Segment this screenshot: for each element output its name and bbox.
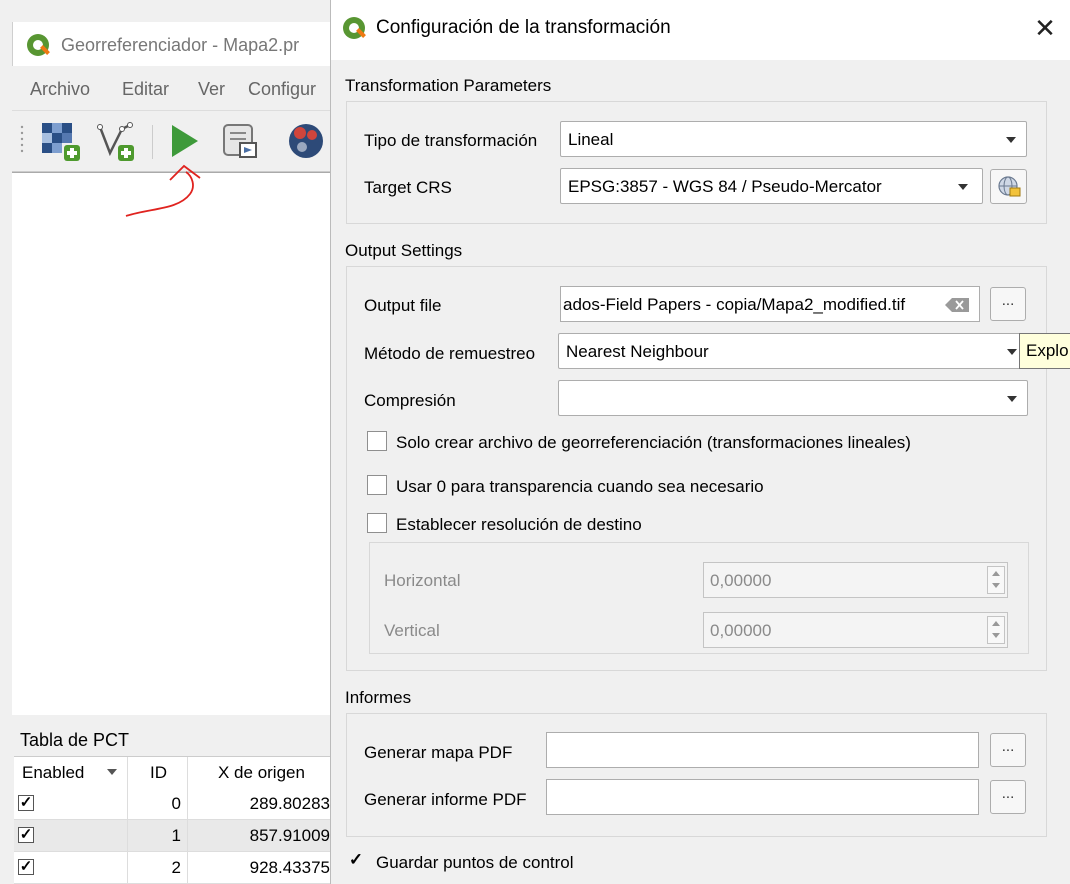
- enabled-checkbox[interactable]: ✓: [18, 795, 34, 811]
- start-georeferencing-icon[interactable]: [162, 119, 206, 163]
- id-cell: 0: [128, 788, 188, 819]
- red-arrow-annotation: [125, 164, 201, 217]
- menubar: Archivo Editar Ver Configur: [12, 70, 330, 108]
- pdf-map-label: Generar mapa PDF: [364, 743, 513, 762]
- vertical-label: Vertical: [384, 621, 440, 640]
- output-file-browse-button[interactable]: ...: [990, 287, 1026, 321]
- save-gcp-checkbox[interactable]: ✓: [346, 851, 366, 871]
- close-icon: ✕: [1034, 13, 1056, 43]
- section-title-reports: Informes: [345, 688, 412, 707]
- qgis-logo-icon: [343, 17, 365, 39]
- output-settings-group: Output file ados-Field Papers - copia/Ma…: [346, 266, 1047, 671]
- dialog-title: Configuración de la transformación: [376, 17, 671, 38]
- horizontal-spinbox[interactable]: 0,00000: [703, 562, 1008, 598]
- vector-layer-add-icon[interactable]: [94, 119, 138, 163]
- x-origen-cell: 857.91009: [249, 826, 330, 845]
- resampling-method-label: Método de remuestreo: [364, 344, 536, 363]
- close-button[interactable]: ✕: [1027, 10, 1063, 46]
- sort-down-icon: [107, 769, 117, 775]
- reports-group: Generar mapa PDF ... Generar informe PDF…: [346, 713, 1047, 837]
- output-file-field[interactable]: ados-Field Papers - copia/Mapa2_modified…: [560, 286, 980, 322]
- menu-archivo[interactable]: Archivo: [30, 79, 90, 100]
- world-file-only-label: Solo crear archivo de georreferenciación…: [396, 433, 911, 452]
- column-header-x-origen[interactable]: X de origen: [188, 757, 330, 788]
- enabled-cell: ✓: [14, 852, 128, 883]
- pct-header-row: Enabled ID X de origen: [14, 756, 330, 789]
- vertical-spinbox[interactable]: 0,00000: [703, 612, 1008, 648]
- transform-settings-icon[interactable]: [284, 119, 328, 163]
- target-crs-label: Target CRS: [364, 178, 452, 197]
- menu-editar[interactable]: Editar: [122, 79, 169, 100]
- pdf-report-label: Generar informe PDF: [364, 790, 527, 809]
- georeferencer-titlebar: Georreferenciador - Mapa2.pr: [12, 22, 331, 66]
- resolution-group: Horizontal 0,00000 Vertical 0,00000: [369, 542, 1029, 654]
- dialog-titlebar: Configuración de la transformación ✕: [331, 0, 1070, 60]
- compression-select[interactable]: [558, 380, 1028, 416]
- globe-icon: [997, 176, 1020, 197]
- qgis-logo-icon: [27, 34, 49, 56]
- x-origen-cell: 928.43375: [249, 858, 330, 877]
- window-title: Georreferenciador - Mapa2.pr: [61, 35, 300, 55]
- id-cell: 2: [128, 852, 188, 883]
- toolbar-grip-icon: [20, 125, 24, 153]
- transformation-settings-dialog: Configuración de la transformación ✕ Tra…: [330, 0, 1070, 884]
- pdf-map-field[interactable]: [546, 732, 979, 768]
- chevron-down-icon: [1007, 349, 1017, 355]
- horizontal-label: Horizontal: [384, 571, 461, 590]
- section-title-transformation-parameters: Transformation Parameters: [345, 76, 552, 95]
- table-row[interactable]: ✓ 2 928.43375: [14, 852, 330, 884]
- chevron-down-icon: [1007, 396, 1017, 402]
- clear-field-icon[interactable]: [945, 298, 969, 312]
- pdf-report-browse-button[interactable]: ...: [990, 780, 1026, 814]
- enabled-checkbox[interactable]: ✓: [18, 859, 34, 875]
- transformation-parameters-group: Tipo de transformación Lineal Target CRS…: [346, 101, 1047, 224]
- target-resolution-checkbox[interactable]: [367, 513, 387, 533]
- menu-configuracion[interactable]: Configur: [248, 79, 316, 100]
- generate-script-icon[interactable]: [218, 119, 262, 163]
- pdf-map-browse-button[interactable]: ...: [990, 733, 1026, 767]
- chevron-down-icon: [958, 184, 968, 190]
- enabled-cell: ✓: [14, 788, 128, 819]
- spin-arrows-icon[interactable]: [987, 616, 1005, 644]
- compression-label: Compresión: [364, 391, 456, 410]
- transparency-checkbox[interactable]: [367, 475, 387, 495]
- column-header-enabled[interactable]: Enabled: [14, 757, 128, 788]
- world-file-only-checkbox[interactable]: [367, 431, 387, 451]
- save-gcp-label: Guardar puntos de control: [376, 853, 574, 872]
- enabled-cell: ✓: [14, 820, 128, 851]
- pdf-report-field[interactable]: [546, 779, 979, 815]
- resampling-method-select[interactable]: Nearest Neighbour: [558, 333, 1028, 369]
- transformation-type-label: Tipo de transformación: [364, 131, 538, 150]
- target-resolution-label: Establecer resolución de destino: [396, 515, 642, 534]
- id-cell: 1: [128, 820, 188, 851]
- raster-layer-add-icon[interactable]: [40, 119, 84, 163]
- pct-table-title: Tabla de PCT: [20, 730, 130, 750]
- tooltip: Explo: [1019, 333, 1070, 369]
- section-title-output-settings: Output Settings: [345, 241, 463, 260]
- enabled-checkbox[interactable]: ✓: [18, 827, 34, 843]
- menu-ver[interactable]: Ver: [198, 79, 225, 100]
- output-file-label: Output file: [364, 296, 442, 315]
- toolbar-separator: [152, 125, 153, 159]
- table-row[interactable]: ✓ 1 857.91009: [14, 820, 330, 852]
- target-crs-select[interactable]: EPSG:3857 - WGS 84 / Pseudo-Mercator: [560, 168, 983, 204]
- crs-selector-button[interactable]: [990, 169, 1027, 204]
- map-canvas[interactable]: [12, 172, 330, 715]
- spin-arrows-icon[interactable]: [987, 566, 1005, 594]
- transparency-label: Usar 0 para transparencia cuando sea nec…: [396, 477, 764, 496]
- table-row[interactable]: ✓ 0 289.80283: [14, 788, 330, 820]
- transformation-type-select[interactable]: Lineal: [560, 121, 1027, 157]
- georeferencer-window: Georreferenciador - Mapa2.pr Archivo Edi…: [0, 0, 331, 884]
- x-origen-cell: 289.80283: [249, 794, 330, 813]
- chevron-down-icon: [1006, 137, 1016, 143]
- column-header-id[interactable]: ID: [128, 757, 188, 788]
